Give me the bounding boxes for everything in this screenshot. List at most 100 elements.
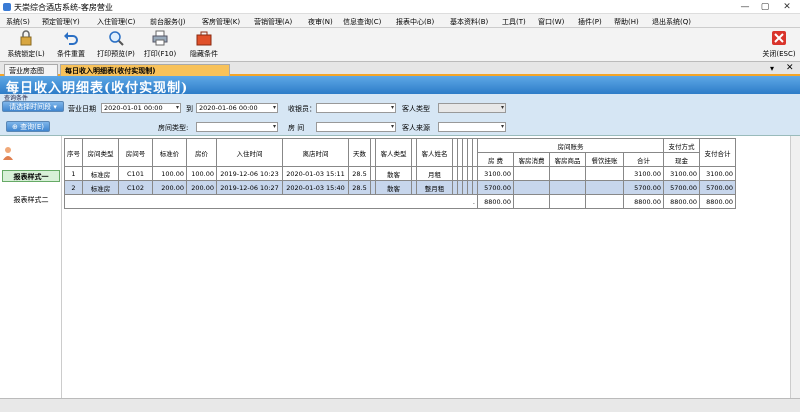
cell-guest-type: 散客 — [375, 180, 412, 195]
header-days: 天数 — [348, 138, 371, 167]
cell-pay-total: 5700.00 — [699, 180, 736, 195]
total-room-consume — [513, 194, 550, 209]
cell-checkout: 2020-01-03 15:40 — [282, 180, 349, 195]
room-type-select[interactable]: ▾ — [196, 122, 278, 132]
total-pay-total: 8800.00 — [699, 194, 736, 209]
cell-subtotal: 3100.00 — [623, 166, 664, 181]
reset-button[interactable]: 条件重置 — [54, 30, 88, 59]
cell-std-price: 200.00 — [152, 180, 187, 195]
cell-subtotal: 5700.00 — [623, 180, 664, 195]
total-room-goods — [549, 194, 586, 209]
header-checkout: 离店时间 — [282, 138, 349, 167]
print-button[interactable]: 打印(F10) — [142, 30, 178, 59]
guest-type-select[interactable]: ▾ — [438, 103, 506, 113]
search-button[interactable]: ⊕ 查询(E) — [6, 121, 50, 132]
header-room-account: 房间账务 — [477, 138, 664, 153]
tab-room-status[interactable]: 营业房态图 — [4, 64, 58, 76]
cell-std-price: 100.00 — [152, 166, 187, 181]
header-cash: 现金 — [663, 152, 700, 167]
close-icon — [770, 30, 788, 46]
maximize-button[interactable]: ▢ — [758, 1, 772, 13]
title-bar: 天崇综合酒店系统-客房营业 — ▢ ✕ — [0, 0, 800, 14]
cell-price: 100.00 — [186, 166, 217, 181]
report-style-2[interactable]: 报表样式二 — [2, 194, 60, 206]
minimize-button[interactable]: — — [738, 1, 752, 13]
menu-housekeeping[interactable]: 客房管理(K) — [202, 17, 240, 27]
report-grid: 序号 房间类型 房间号 标准价 房价 入住时间 离店时间 天数 客人类型 客人姓… — [62, 136, 778, 398]
menu-plugins[interactable]: 插件(P) — [578, 17, 602, 27]
header-meal: 餐饮挂账 — [585, 152, 624, 167]
cell-room-type: 标准房 — [82, 180, 119, 195]
toolbar: 系统锁定(L) 条件重置 打印预览(P) 打印(F10) 隐藏条件 关闭(ESC… — [0, 28, 800, 62]
menu-tools[interactable]: 工具(T) — [502, 17, 526, 27]
table-row[interactable]: 1 标准房 C101 100.00 100.00 2019-12-06 10:2… — [64, 166, 736, 181]
table-header-row: 序号 房间类型 房间号 标准价 房价 入住时间 离店时间 天数 客人类型 客人姓… — [64, 138, 736, 167]
cashier-select[interactable]: ▾ — [316, 103, 396, 113]
chevron-down-icon: ▾ — [500, 104, 504, 111]
cell-room-consume — [513, 180, 550, 195]
chevron-down-icon: ▾ — [272, 123, 276, 130]
menu-exit[interactable]: 退出系统(Q) — [652, 17, 691, 27]
cell-cash: 3100.00 — [663, 166, 700, 181]
quick-period-select[interactable]: 请选择时间段 ▾ — [2, 101, 64, 112]
menu-reservation[interactable]: 预定管理(Y) — [42, 17, 80, 27]
table-row[interactable]: 2 标准房 C102 200.00 200.00 2019-12-06 10:2… — [64, 180, 736, 195]
header-checkin: 入住时间 — [216, 138, 283, 167]
query-panel: 查询条件 请选择时间段 ▾ ⊕ 查询(E) 营业日期 2020-01-01 00… — [0, 94, 800, 136]
header-room-type: 房间类型 — [82, 138, 119, 167]
chevron-down-icon: ▾ — [390, 123, 394, 130]
menu-basic-data[interactable]: 基本资料(B) — [450, 17, 488, 27]
menu-marketing[interactable]: 营销管理(A) — [254, 17, 292, 27]
menu-query[interactable]: 信息查询(C) — [343, 17, 381, 27]
menu-checkin[interactable]: 入住管理(C) — [97, 17, 135, 27]
date-to-input[interactable]: 2020-01-06 00:00 ▾ — [196, 103, 278, 113]
room-label: 房 间 — [288, 124, 305, 132]
header-room-consume: 客房消费 — [513, 152, 550, 167]
guest-source-select[interactable]: ▾ — [438, 122, 506, 132]
cell-seq: 2 — [64, 180, 83, 195]
hide-conditions-button[interactable]: 隐藏条件 — [186, 30, 222, 59]
lock-button[interactable]: 系统锁定(L) — [4, 30, 48, 59]
header-guest-type: 客人类型 — [375, 138, 412, 167]
chevron-down-icon: ▾ — [390, 104, 394, 111]
magnifier-icon — [107, 30, 125, 46]
app-icon — [3, 3, 11, 11]
menu-reports[interactable]: 报表中心(B) — [396, 17, 434, 27]
menu-night-audit[interactable]: 夜审(N) — [308, 17, 333, 27]
cell-days: 28.5 — [348, 166, 371, 181]
print-preview-button[interactable]: 打印预览(P) — [96, 30, 136, 59]
cell-guest-name: 整月租 — [416, 180, 453, 195]
tab-daily-income[interactable]: 每日收入明细表(收付实现制) — [60, 64, 230, 76]
tab-list-dropdown[interactable]: ▾ — [770, 64, 774, 73]
menu-help[interactable]: 帮助(H) — [614, 17, 639, 27]
search-icon: ⊕ — [12, 123, 18, 131]
header-price: 房价 — [186, 138, 217, 167]
menu-system[interactable]: 系统(S) — [6, 17, 30, 27]
header-guest-name: 客人姓名 — [416, 138, 453, 167]
menu-frontdesk[interactable]: 前台服务(J) — [150, 17, 186, 27]
cell-room-no: C101 — [118, 166, 153, 181]
report-header: 每日收入明细表(收付实现制) — [0, 76, 800, 96]
cell-cash: 5700.00 — [663, 180, 700, 195]
menu-window[interactable]: 窗口(W) — [538, 17, 564, 27]
report-style-1[interactable]: 报表样式一 — [2, 170, 60, 182]
date-from-input[interactable]: 2020-01-01 00:00 ▾ — [101, 103, 181, 113]
cell-checkout: 2020-01-03 15:11 — [282, 166, 349, 181]
cell-room-type: 标准房 — [82, 166, 119, 181]
briefcase-icon — [195, 30, 213, 46]
to-label: 到 — [186, 105, 193, 113]
business-date-label: 营业日期 — [68, 105, 96, 113]
header-pay-total: 支付合计 — [699, 138, 736, 167]
close-esc-button[interactable]: 关闭(ESC) — [760, 30, 798, 59]
room-select[interactable]: ▾ — [316, 122, 396, 132]
guest-source-label: 客人来源 — [402, 124, 430, 132]
vertical-scrollbar[interactable] — [790, 136, 800, 398]
total-subtotal: 8800.00 — [623, 194, 664, 209]
window-close-button[interactable]: ✕ — [780, 1, 794, 13]
tab-bar: 营业房态图 每日收入明细表(收付实现制) — [0, 62, 800, 76]
cell-checkin: 2019-12-06 10:27 — [216, 180, 283, 195]
header-room-goods: 客房商品 — [549, 152, 586, 167]
header-pay-method: 支付方式 — [663, 138, 700, 153]
tab-close-button[interactable]: ✕ — [786, 63, 794, 73]
menu-bar: 系统(S) 预定管理(Y) 入住管理(C) 前台服务(J) 客房管理(K) 营销… — [0, 14, 800, 28]
